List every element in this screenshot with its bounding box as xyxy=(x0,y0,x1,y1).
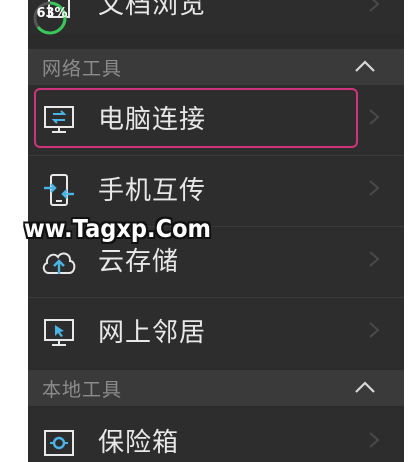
menu-item-label: 文档浏览 xyxy=(98,0,207,20)
section-header-local-tools[interactable]: 本地工具 xyxy=(28,370,404,406)
battery-percent: 63% xyxy=(36,6,68,21)
menu-item-network-neighbors[interactable]: 网上邻居 xyxy=(28,298,404,368)
chevron-right-icon xyxy=(369,109,380,125)
menu-item-document-browse[interactable]: 文档浏览 xyxy=(28,0,404,34)
section-title: 网络工具 xyxy=(42,58,123,80)
chevron-right-icon xyxy=(369,432,380,448)
safe-icon xyxy=(40,428,78,458)
phone-transfer-icon xyxy=(40,174,78,206)
chevron-up-icon[interactable] xyxy=(354,380,376,394)
page-margin xyxy=(404,0,411,462)
section-title: 本地工具 xyxy=(42,379,123,401)
menu-item-safe-box[interactable]: 保险箱 xyxy=(28,408,404,462)
menu-item-label: 网上邻居 xyxy=(98,318,207,348)
chevron-right-icon xyxy=(369,251,380,267)
cloud-upload-icon xyxy=(40,247,78,277)
menu-item-label: 云存储 xyxy=(98,247,180,277)
chevron-up-icon[interactable] xyxy=(354,59,376,73)
watermark-text: ww.Tagxp.Com xyxy=(24,214,212,243)
network-neighbor-icon xyxy=(40,318,78,348)
menu-item-label: 手机互传 xyxy=(98,176,207,206)
chevron-right-icon xyxy=(369,180,380,196)
selection-highlight xyxy=(34,88,358,148)
battery-indicator: 63% xyxy=(30,0,70,40)
chevron-right-icon xyxy=(369,0,380,12)
section-header-network-tools[interactable]: 网络工具 xyxy=(28,49,404,85)
chevron-right-icon xyxy=(369,322,380,338)
menu-item-label: 保险箱 xyxy=(98,428,180,458)
